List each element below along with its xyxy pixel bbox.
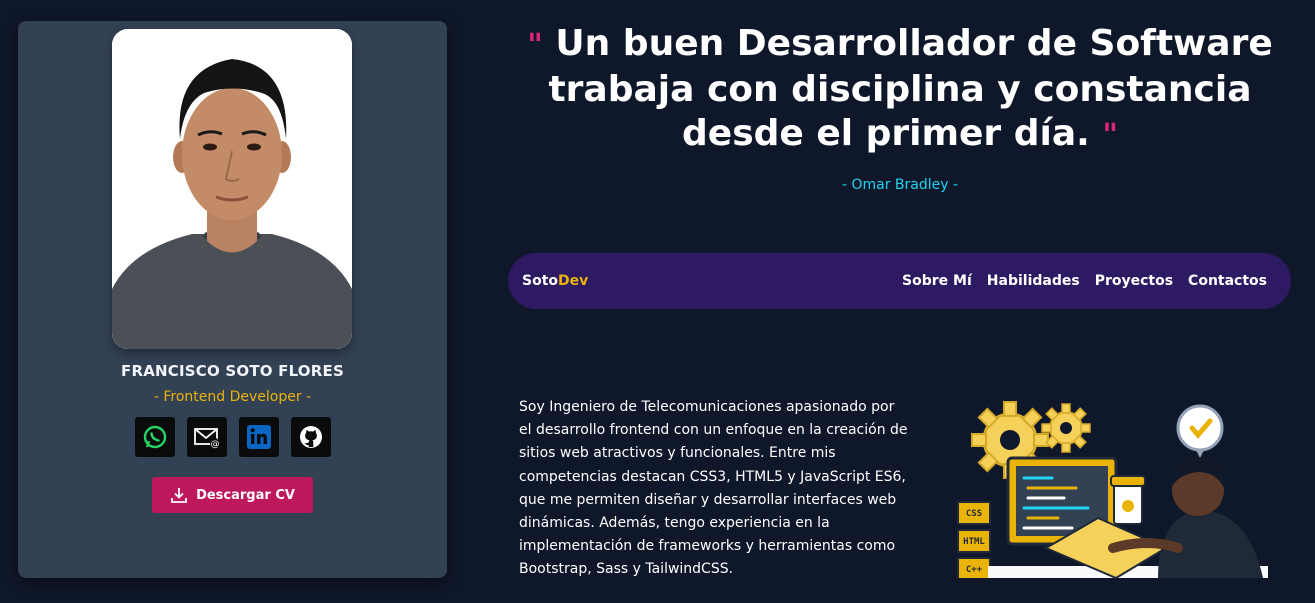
profile-card: FRANCISCO SOTO FLORES - Frontend Develop… — [18, 21, 447, 578]
github-link[interactable] — [291, 417, 331, 457]
github-icon — [300, 426, 322, 448]
quote-author: - Omar Bradley - — [841, 177, 959, 193]
profile-name: FRANCISCO SOTO FLORES — [121, 362, 344, 380]
nav-links: Sobre Mí Habilidades Proyectos Contactos — [902, 273, 1267, 289]
nav-link-contactos[interactable]: Contactos — [1188, 273, 1267, 289]
about-text: Soy Ingeniero de Telecomunicaciones apas… — [519, 399, 908, 578]
hero-quote: " Un buen Desarrollador de Software trab… — [520, 22, 1280, 158]
svg-text:@: @ — [211, 440, 220, 450]
nav-link-proyectos[interactable]: Proyectos — [1095, 273, 1173, 289]
nav-link-habilidades[interactable]: Habilidades — [987, 273, 1080, 289]
linkedin-link[interactable] — [239, 417, 279, 457]
quote-close-mark: " — [1102, 118, 1118, 153]
badge-cpp: C++ — [966, 565, 983, 575]
coffee-cup-icon — [1110, 475, 1146, 525]
developer-illustration: CSS HTML C++ — [948, 398, 1268, 578]
download-icon — [171, 488, 187, 503]
social-links: @ — [135, 417, 331, 457]
linkedin-icon — [247, 425, 271, 449]
quote-text: Un buen Desarrollador de Software trabaj… — [548, 23, 1273, 154]
download-cv-label: Descargar CV — [196, 487, 295, 503]
profile-role: - Frontend Developer - — [153, 389, 312, 405]
gear-small-icon — [1041, 403, 1091, 453]
badge-html: HTML — [963, 537, 985, 547]
nav-link-sobre-mi[interactable]: Sobre Mí — [902, 273, 972, 289]
site-logo[interactable]: SotoDev — [522, 273, 588, 289]
whatsapp-icon — [143, 425, 167, 449]
check-bubble-icon — [1176, 404, 1224, 458]
code-badges: CSS HTML C++ — [957, 501, 991, 578]
email-link[interactable]: @ — [187, 417, 227, 457]
download-cv-button[interactable]: Descargar CV — [152, 477, 313, 513]
navbar: SotoDev Sobre Mí Habilidades Proyectos C… — [508, 253, 1291, 309]
whatsapp-link[interactable] — [135, 417, 175, 457]
logo-part-dev: Dev — [558, 273, 589, 289]
badge-css: CSS — [966, 509, 982, 519]
profile-photo — [112, 29, 352, 349]
email-icon: @ — [194, 428, 220, 450]
quote-open-mark: " — [527, 28, 543, 63]
logo-part-soto: Soto — [522, 273, 559, 289]
